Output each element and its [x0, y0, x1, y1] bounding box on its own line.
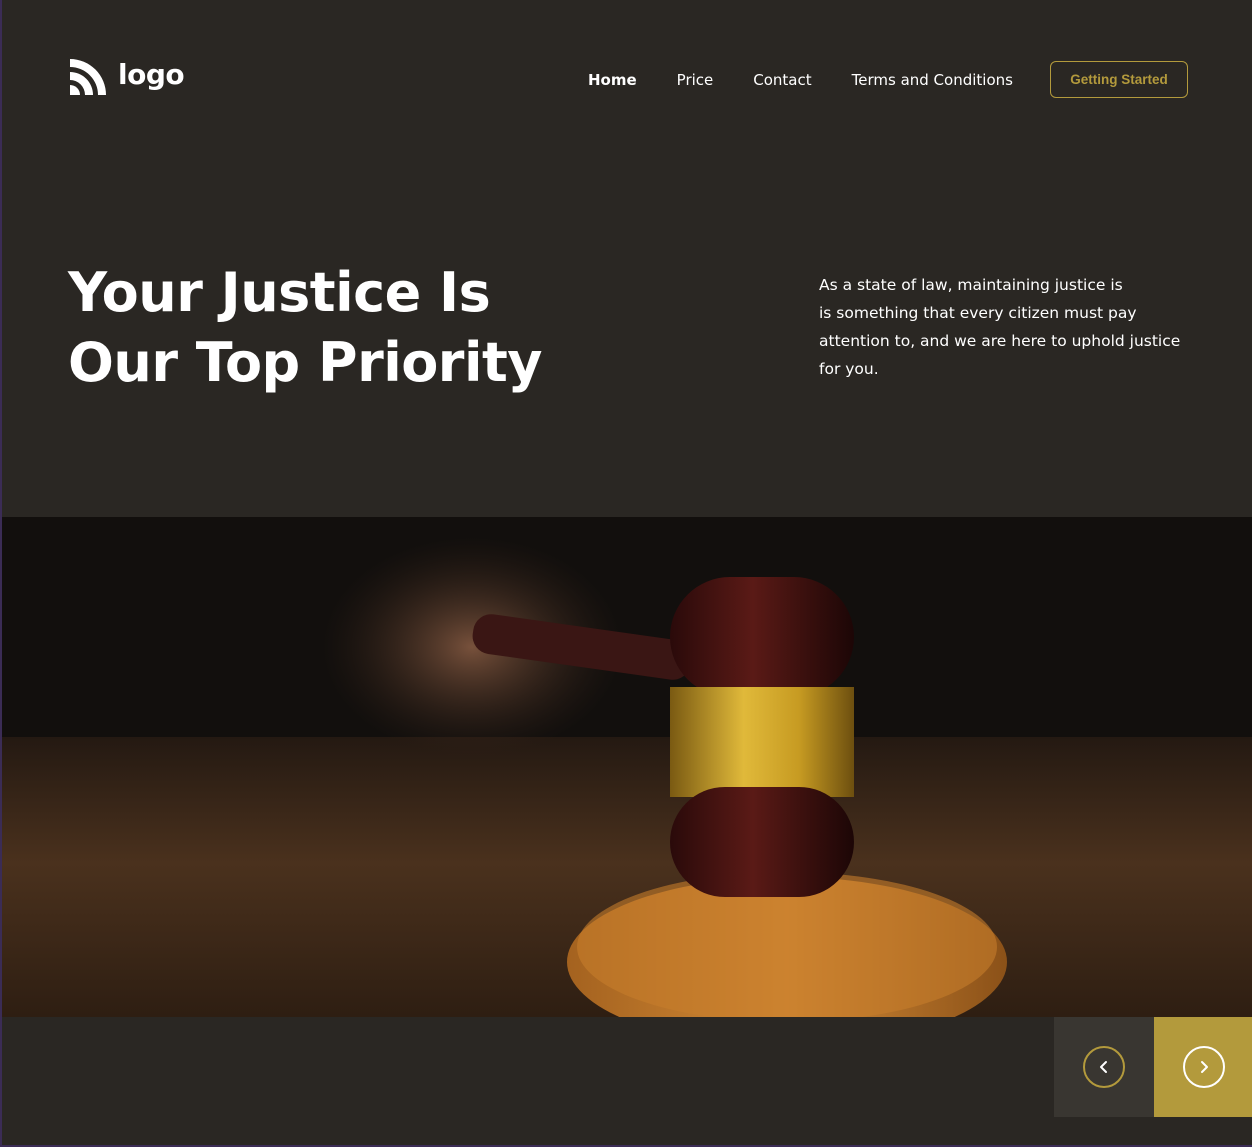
- logo-text: logo: [118, 58, 185, 91]
- hero-description: As a state of law, maintaining justice i…: [819, 271, 1199, 383]
- nav-terms-link[interactable]: Terms and Conditions: [852, 70, 1013, 90]
- chevron-right-icon: [1201, 1061, 1208, 1073]
- main-nav: Home Price Contact Terms and Conditions: [588, 70, 1053, 90]
- nav-contact-link[interactable]: Contact: [753, 70, 811, 90]
- hero-description-line-1: As a state of law, maintaining justice i…: [819, 276, 1123, 294]
- nav-price-link[interactable]: Price: [677, 70, 714, 90]
- slider-next-button[interactable]: [1154, 1017, 1252, 1117]
- hero-title: Your Justice Is Our Top Priority: [68, 258, 588, 398]
- getting-started-button[interactable]: Getting Started: [1050, 61, 1188, 98]
- nav-home-link[interactable]: Home: [588, 70, 637, 90]
- prev-circle: [1083, 1046, 1125, 1088]
- site-header: logo Home Price Contact Terms and Condit…: [2, 0, 1252, 160]
- hero-description-line-3: attention to, and we are here to uphold …: [819, 332, 1181, 350]
- page: logo Home Price Contact Terms and Condit…: [0, 0, 1252, 1147]
- logo-icon: [70, 59, 106, 95]
- hero-title-line-1: Your Justice Is: [68, 261, 491, 324]
- gavel-illustration: [2, 517, 1252, 1017]
- next-circle: [1183, 1046, 1225, 1088]
- hero-description-line-4: for you.: [819, 360, 879, 378]
- hero-gavel-image: [2, 517, 1252, 1017]
- hero-description-line-2: is something that every citizen must pay: [819, 304, 1137, 322]
- slider-prev-button[interactable]: [1054, 1017, 1154, 1117]
- chevron-left-icon: [1100, 1061, 1107, 1073]
- slider-controls: [1054, 1017, 1252, 1117]
- hero-title-line-2: Our Top Priority: [68, 331, 542, 394]
- logo[interactable]: logo: [68, 57, 185, 97]
